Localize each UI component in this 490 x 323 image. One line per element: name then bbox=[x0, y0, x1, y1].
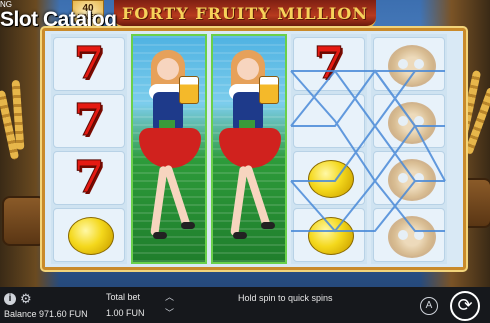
payline bbox=[290, 125, 445, 233]
paylines-overlay bbox=[290, 69, 446, 233]
reels-area: 7 7 7 7 bbox=[42, 28, 466, 270]
chevron-up-icon[interactable]: ︿ bbox=[165, 292, 174, 302]
game-title: FORTY FRUITY MILLION bbox=[122, 4, 368, 23]
hint-text: Hold spin to quick spins bbox=[238, 293, 333, 303]
gear-icon[interactable]: ⚙ bbox=[20, 292, 32, 306]
autoplay-button[interactable]: A bbox=[420, 297, 438, 315]
balance-label: Balance bbox=[4, 309, 37, 319]
total-bet-label: Total bet bbox=[106, 292, 141, 302]
game-title-bar: FORTY FRUITY MILLION bbox=[114, 0, 376, 28]
total-bet-value: 1.00 FUN bbox=[106, 308, 145, 318]
balance-display: Balance 971.60 FUN bbox=[4, 309, 88, 319]
barrel-left bbox=[2, 196, 46, 246]
info-icon[interactable]: i bbox=[4, 293, 16, 305]
chevron-down-icon[interactable]: ﹀ bbox=[165, 308, 174, 318]
balance-value: 971.60 FUN bbox=[39, 309, 88, 319]
bottom-control-bar: i ⚙ Balance 971.60 FUN Total bet 1.00 FU… bbox=[0, 287, 490, 323]
spin-button[interactable]: ⟳ bbox=[450, 291, 480, 321]
